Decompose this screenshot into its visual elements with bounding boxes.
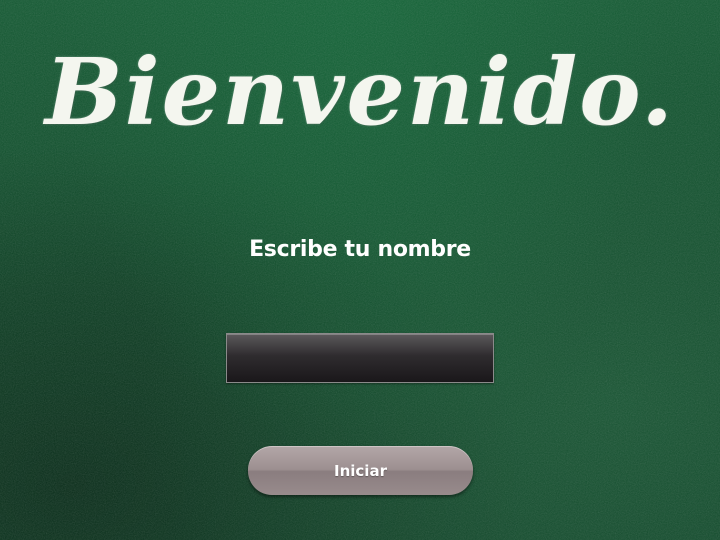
start-button[interactable]: Iniciar bbox=[248, 446, 473, 495]
name-input[interactable] bbox=[226, 333, 494, 383]
name-prompt-label: Escribe tu nombre bbox=[249, 237, 471, 262]
welcome-title: Bienvenido. bbox=[44, 38, 676, 146]
